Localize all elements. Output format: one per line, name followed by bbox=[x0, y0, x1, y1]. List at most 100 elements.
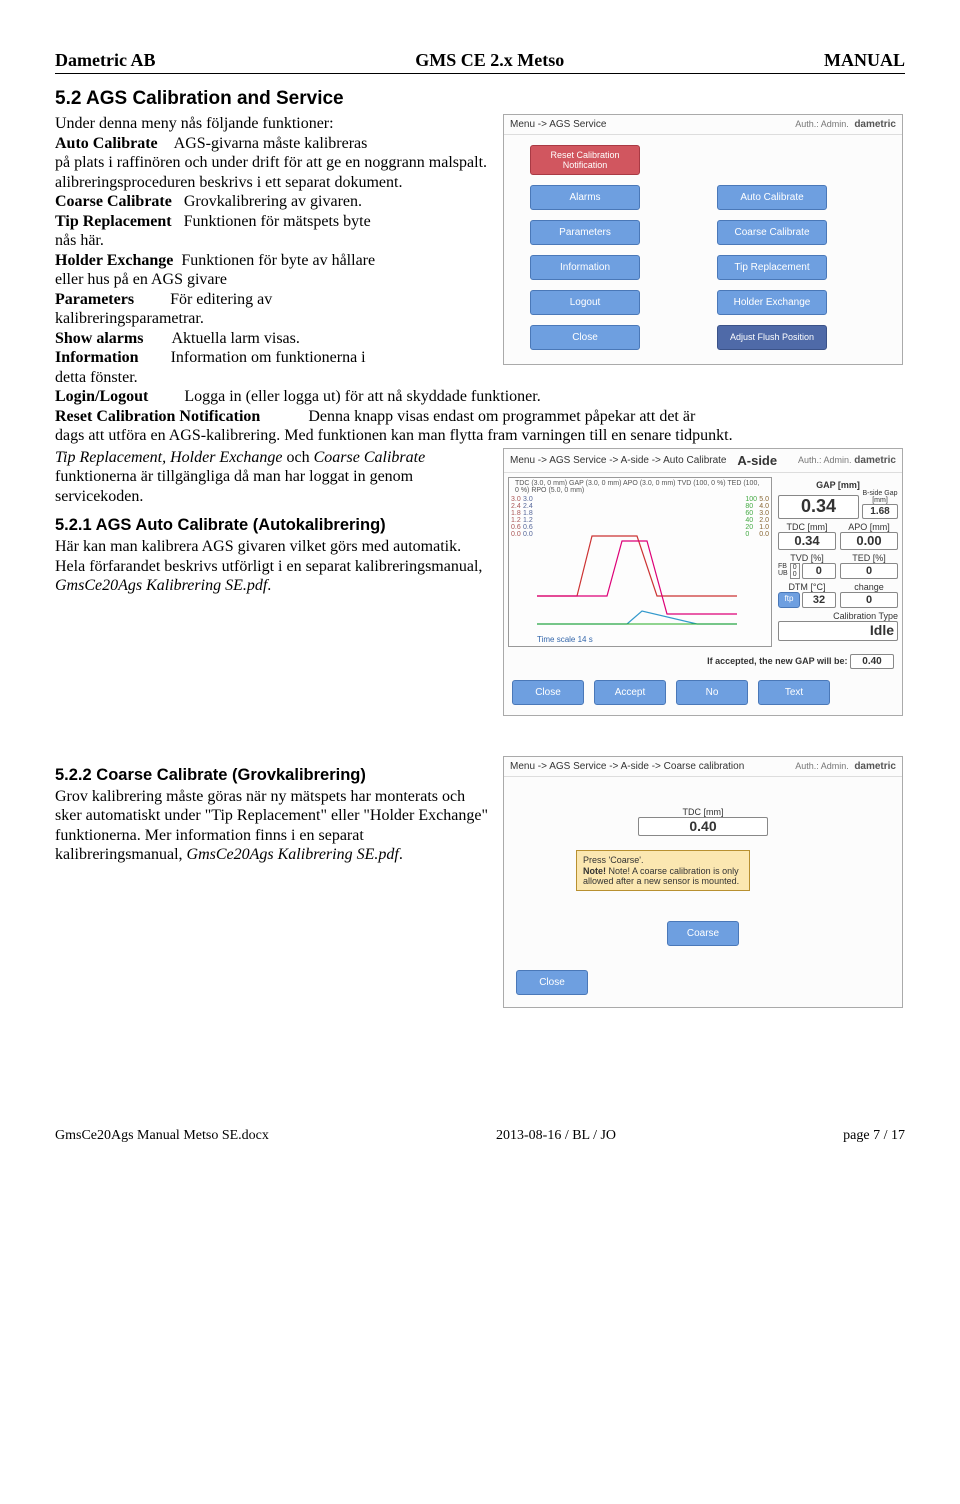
desc-info-after: detta fönster. bbox=[55, 368, 495, 388]
shot3-tdc-label: TDC [mm] bbox=[638, 807, 768, 817]
intro-line: Under denna meny nås följande funktioner… bbox=[55, 114, 495, 134]
calibration-graph: TDC (3.0, 0 mm) GAP (3.0, 0 mm) APO (3.0… bbox=[508, 477, 772, 647]
shot2-close-button[interactable]: Close bbox=[512, 680, 584, 705]
tip-replacement-button[interactable]: Tip Replacement bbox=[717, 255, 827, 280]
parameters-button[interactable]: Parameters bbox=[530, 220, 640, 245]
section-5-2-text: Under denna meny nås följande funktioner… bbox=[55, 114, 495, 387]
tail-italic-1: Tip Replacement, Holder Exchange bbox=[55, 449, 283, 466]
s522-p1c: . bbox=[399, 846, 403, 863]
desc-tip-after: nås här. bbox=[55, 231, 495, 251]
desc-auto-calibrate-2: på plats i raffinören och under drift fö… bbox=[55, 153, 495, 192]
term-info: Information bbox=[55, 349, 139, 366]
shot3-auth: Auth.: Admin. bbox=[795, 761, 849, 771]
information-button[interactable]: Information bbox=[530, 255, 640, 280]
shot2-accept-button[interactable]: Accept bbox=[594, 680, 666, 705]
reset-calibration-button[interactable]: Reset Calibration Notification bbox=[530, 145, 640, 175]
tvd-value: 0 bbox=[802, 563, 836, 579]
tail-italic-2: Coarse Calibrate bbox=[314, 449, 426, 466]
tip-line2: Note! Note! A coarse calibration is only… bbox=[583, 866, 743, 887]
tvd-label: TVD [%] bbox=[778, 553, 836, 563]
gap-label: GAP [mm] bbox=[778, 480, 898, 490]
section-5-2-2-title: 5.2.2 Coarse Calibrate (Grovkalibrering) bbox=[55, 766, 495, 785]
header-left: Dametric AB bbox=[55, 50, 155, 71]
shot3-breadcrumb: Menu -> AGS Service -> A-side -> Coarse … bbox=[510, 761, 744, 772]
apo-value: 0.00 bbox=[840, 532, 898, 550]
alarms-button[interactable]: Alarms bbox=[530, 185, 640, 210]
dtm-label: DTM [°C] bbox=[778, 582, 836, 592]
logout-button[interactable]: Logout bbox=[530, 290, 640, 315]
shot2-no-button[interactable]: No bbox=[676, 680, 748, 705]
header-right: MANUAL bbox=[824, 50, 905, 71]
close-button[interactable]: Close bbox=[530, 325, 640, 350]
desc-login: Logga in (eller logga ut) för att nå sky… bbox=[184, 388, 540, 405]
desc-show: Aktuella larm visas. bbox=[171, 330, 299, 347]
ted-label: TED [%] bbox=[840, 553, 898, 563]
header-center: GMS CE 2.x Metso bbox=[415, 50, 564, 71]
desc-params: För editering av bbox=[170, 291, 272, 308]
bside-value: 1.68 bbox=[862, 504, 898, 519]
tail-rest: funktionerna är tillgängliga då man har … bbox=[55, 468, 413, 505]
graph-xscale: Time scale 14 s bbox=[537, 635, 593, 644]
fb-label: FB bbox=[778, 563, 787, 570]
section-5-2-2-text: 5.2.2 Coarse Calibrate (Grovkalibrering)… bbox=[55, 756, 495, 865]
coarse-tip-box: Press 'Coarse'. Note! Note! A coarse cal… bbox=[576, 850, 750, 891]
desc-auto-calibrate-1: AGS-givarna måste kalibreras bbox=[174, 135, 368, 152]
shot2-breadcrumb: Menu -> AGS Service -> A-side -> Auto Ca… bbox=[510, 455, 727, 466]
desc-reset: Denna knapp visas endast om programmet p… bbox=[308, 408, 695, 425]
footer-center: 2013-08-16 / BL / JO bbox=[496, 1128, 616, 1144]
metrics-panel: GAP [mm] 0.34 B-side Gap [mm] 1.68 TDC [… bbox=[772, 477, 898, 647]
shot1-auth: Auth.: Admin. bbox=[795, 119, 849, 129]
ted-value: 0 bbox=[840, 563, 898, 579]
footer-right: page 7 / 17 bbox=[843, 1128, 905, 1144]
shot1-brand: dametric bbox=[854, 119, 896, 130]
bside-label: B-side Gap [mm] bbox=[862, 490, 898, 504]
gap-value: 0.34 bbox=[778, 495, 859, 519]
shot3-tdc-value: 0.40 bbox=[638, 817, 768, 836]
s521-p1: Här kan man kalibrera AGS givaren vilket… bbox=[55, 537, 495, 557]
accept-line: If accepted, the new GAP will be: bbox=[707, 656, 847, 666]
tip-line2-text: Note! A coarse calibration is only allow… bbox=[583, 866, 739, 886]
s521-p2a: Hela förfarandet beskrivs utförligt i en… bbox=[55, 558, 482, 575]
shot2-brand: dametric bbox=[854, 455, 896, 466]
screenshot-coarse-calibrate: Menu -> AGS Service -> A-side -> Coarse … bbox=[503, 756, 903, 1008]
s521-p2c: . bbox=[267, 577, 271, 594]
desc-coarse: Grovkalibrering av givaren. bbox=[184, 193, 362, 210]
coarse-button[interactable]: Coarse bbox=[667, 921, 739, 946]
change-value: 0 bbox=[840, 592, 898, 608]
term-auto-calibrate: Auto Calibrate bbox=[55, 135, 158, 152]
section-5-2-1-title: 5.2.1 AGS Auto Calibrate (Autokalibrerin… bbox=[55, 516, 495, 535]
caltype-value: Idle bbox=[778, 621, 898, 640]
shot3-close-button[interactable]: Close bbox=[516, 970, 588, 995]
section-5-2-title: 5.2 AGS Calibration and Service bbox=[55, 88, 905, 110]
screenshot-ags-service: Menu -> AGS Service Auth.: Admin. dametr… bbox=[503, 114, 903, 365]
desc-reset-after: dags att utföra en AGS-kalibrering. Med … bbox=[55, 426, 905, 446]
term-params: Parameters bbox=[55, 291, 134, 308]
coarse-calibrate-button[interactable]: Coarse Calibrate bbox=[717, 220, 827, 245]
accept-value: 0.40 bbox=[850, 654, 894, 669]
dtm-value: 32 bbox=[802, 592, 836, 608]
shot3-brand: dametric bbox=[854, 761, 896, 772]
holder-exchange-button[interactable]: Holder Exchange bbox=[717, 290, 827, 315]
desc-holder: Funktionen för byte av hållare bbox=[181, 252, 375, 269]
screenshot-auto-calibrate: Menu -> AGS Service -> A-side -> Auto Ca… bbox=[503, 448, 903, 716]
auto-calibrate-button[interactable]: Auto Calibrate bbox=[717, 185, 827, 210]
desc-info: Information om funktionerna i bbox=[171, 349, 366, 366]
desc-tip: Funktionen för mätspets byte bbox=[184, 213, 371, 230]
page-header: Dametric AB GMS CE 2.x Metso MANUAL bbox=[55, 50, 905, 74]
tip-line1: Press 'Coarse'. bbox=[583, 855, 743, 865]
term-coarse: Coarse Calibrate bbox=[55, 193, 172, 210]
adjust-flush-button[interactable]: Adjust Flush Position bbox=[717, 325, 827, 350]
shot2-text-button[interactable]: Text bbox=[758, 680, 830, 705]
s521-p2b: GmsCe20Ags Kalibrering SE.pdf bbox=[55, 577, 267, 594]
term-show: Show alarms bbox=[55, 330, 143, 347]
change-label: change bbox=[840, 582, 898, 592]
tdc-label: TDC [mm] bbox=[778, 522, 836, 532]
fb-val: 0 bbox=[793, 564, 797, 571]
page-footer: GmsCe20Ags Manual Metso SE.docx 2013-08-… bbox=[55, 1128, 905, 1144]
s522-p1b: GmsCe20Ags Kalibrering SE.pdf bbox=[187, 846, 399, 863]
ftp-button[interactable]: ftp bbox=[778, 592, 800, 608]
shot1-breadcrumb: Menu -> AGS Service bbox=[510, 119, 606, 130]
apo-label: APO [mm] bbox=[840, 522, 898, 532]
shot2-auth: Auth.: Admin. bbox=[798, 455, 852, 465]
term-tip: Tip Replacement bbox=[55, 213, 172, 230]
